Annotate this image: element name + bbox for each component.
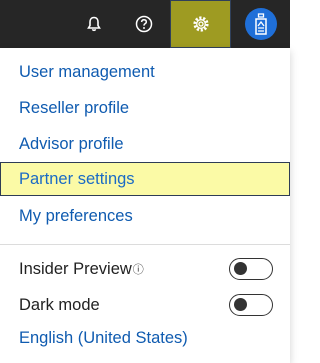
dark-mode-row: Dark mode [0, 288, 290, 322]
user-avatar-icon [255, 13, 267, 35]
account-button[interactable] [238, 0, 284, 48]
notifications-button[interactable] [74, 0, 114, 48]
insider-preview-row: Insider Preview ⓘ [0, 252, 290, 286]
info-icon[interactable]: ⓘ [133, 261, 144, 277]
divider [0, 244, 290, 245]
bell-icon [87, 16, 101, 32]
toggle-knob [234, 298, 247, 311]
menu-item-label: Advisor profile [19, 134, 124, 153]
menu-item-user-management[interactable]: User management [0, 55, 290, 89]
dark-mode-toggle[interactable] [229, 294, 273, 316]
menu-item-label: Reseller profile [19, 98, 130, 117]
menu-item-label: My preferences [19, 206, 133, 225]
language-link[interactable]: English (United States) [19, 329, 188, 348]
insider-preview-label: Insider Preview [19, 259, 132, 278]
top-bar [0, 0, 290, 48]
menu-item-reseller-profile[interactable]: Reseller profile [0, 91, 290, 125]
insider-preview-toggle[interactable] [229, 258, 273, 280]
menu-item-label: User management [19, 62, 155, 81]
settings-menu: User management Reseller profile Advisor… [0, 48, 290, 363]
menu-item-partner-settings[interactable]: Partner settings [0, 162, 290, 196]
menu-item-my-preferences[interactable]: My preferences [0, 199, 290, 233]
help-icon [135, 15, 153, 33]
help-button[interactable] [124, 0, 164, 48]
dark-mode-label: Dark mode [19, 295, 100, 314]
menu-item-advisor-profile[interactable]: Advisor profile [0, 127, 290, 161]
toggle-knob [234, 262, 247, 275]
avatar [245, 8, 277, 40]
gear-icon [192, 16, 209, 32]
settings-button[interactable] [170, 0, 231, 48]
menu-item-label: Partner settings [19, 169, 135, 188]
